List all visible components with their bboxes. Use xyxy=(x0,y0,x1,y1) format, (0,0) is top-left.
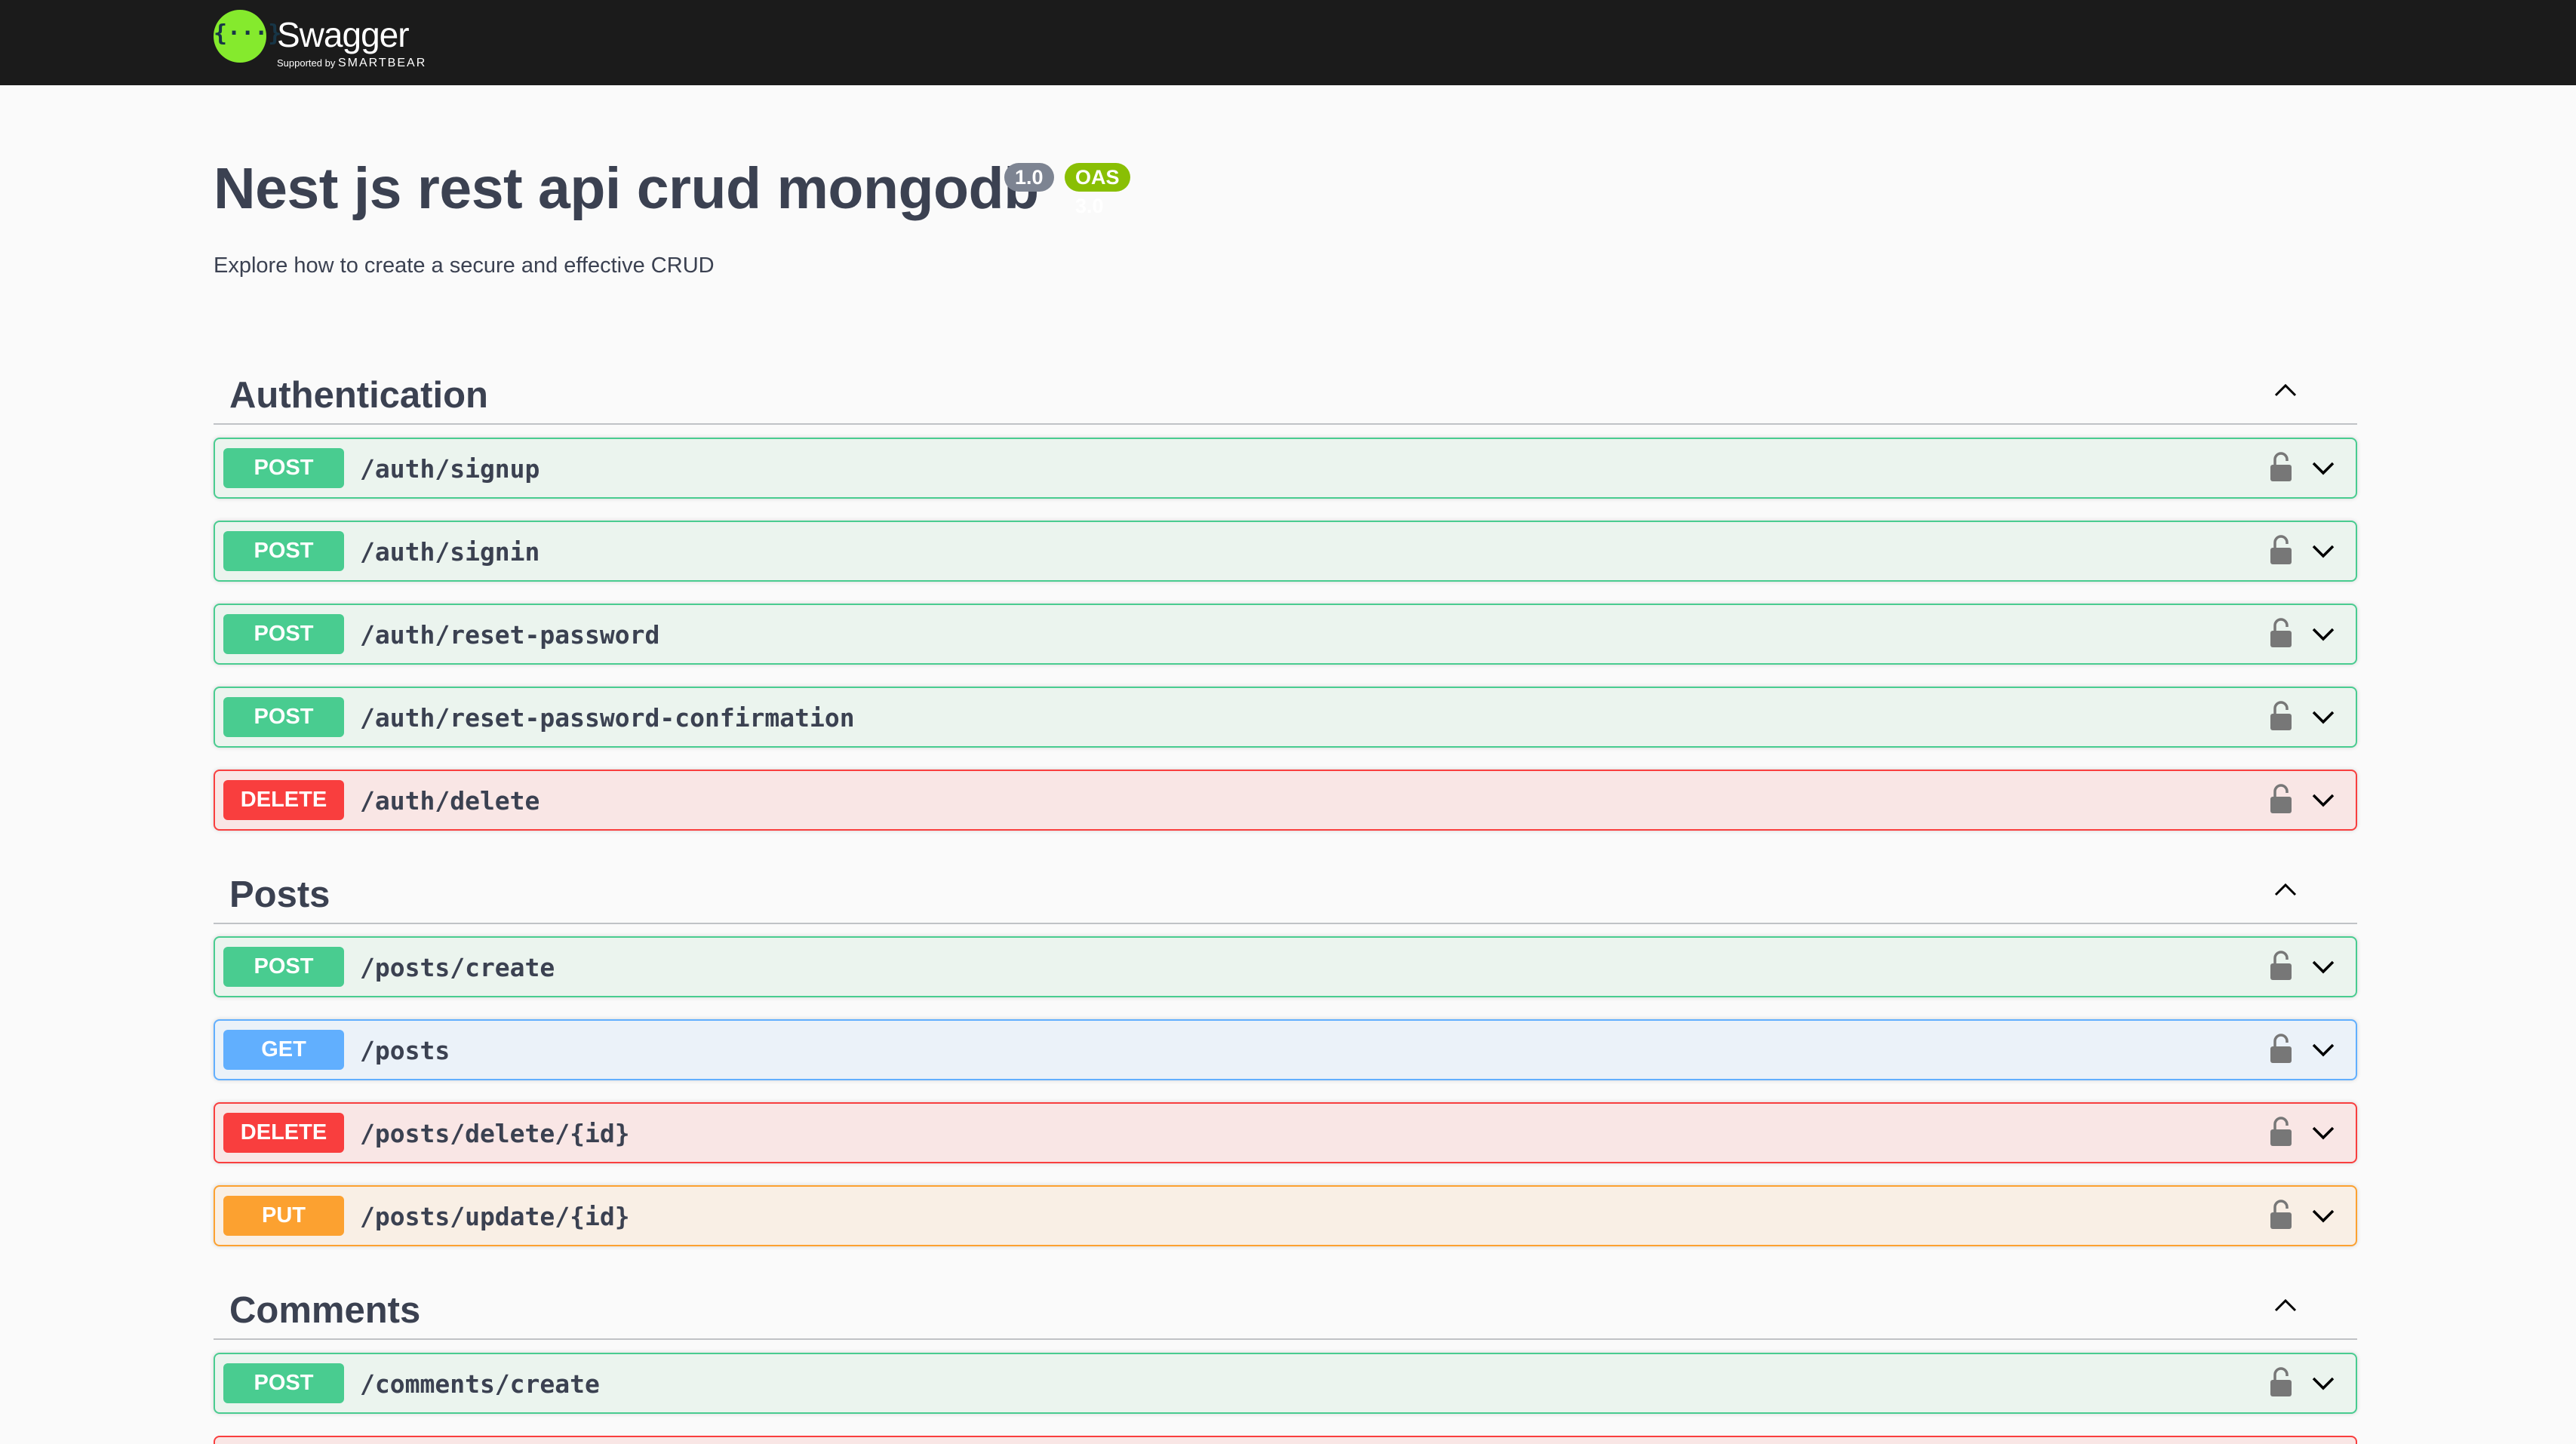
operation-block[interactable]: DELETE /posts/delete/{id} xyxy=(214,1102,2357,1163)
lock-icon[interactable] xyxy=(2268,700,2294,732)
lock-icon[interactable] xyxy=(2268,1116,2294,1148)
chevron-up-icon[interactable] xyxy=(2267,1286,2304,1324)
sponsor-label: SMARTBEAR xyxy=(337,57,427,69)
chevron-down-icon[interactable] xyxy=(2307,452,2339,484)
operation-block[interactable]: POST /posts/create xyxy=(214,936,2357,997)
method-badge: POST xyxy=(223,947,344,987)
oas-badge: OAS 3.0 xyxy=(1065,163,1130,217)
operation-block[interactable]: GET /posts xyxy=(214,1019,2357,1080)
tag-title: Comments xyxy=(229,1290,421,1331)
api-description: Explore how to create a secure and effec… xyxy=(214,253,715,278)
page-title: Nest js rest api crud mongodb xyxy=(214,156,1039,221)
chevron-down-icon[interactable] xyxy=(2307,951,2339,982)
operation-path: /auth/signup xyxy=(360,454,540,484)
method-badge: DELETE xyxy=(223,780,344,820)
chevron-down-icon[interactable] xyxy=(2307,1367,2339,1399)
method-badge: POST xyxy=(223,1363,344,1403)
method-badge: PUT xyxy=(223,1196,344,1236)
method-badge: POST xyxy=(223,697,344,737)
method-badge: GET xyxy=(223,1030,344,1070)
tag-title: Posts xyxy=(229,874,330,915)
chevron-up-icon[interactable] xyxy=(2267,371,2304,409)
chevron-down-icon[interactable] xyxy=(2307,535,2339,567)
operation-block[interactable]: POST /comments/create xyxy=(214,1353,2357,1414)
operation-block[interactable]: DELETE /auth/delete xyxy=(214,770,2357,831)
method-badge: POST xyxy=(223,614,344,654)
operation-path: /auth/delete xyxy=(360,786,540,816)
version-badge: 1.0 xyxy=(1004,163,1054,192)
operation-path: /auth/reset-password xyxy=(360,620,660,650)
operation-block[interactable]: POST /auth/reset-password xyxy=(214,604,2357,665)
lock-icon[interactable] xyxy=(2268,617,2294,649)
supported-by-label: Supported by xyxy=(277,57,336,69)
method-badge: POST xyxy=(223,531,344,571)
chevron-up-icon[interactable] xyxy=(2267,871,2304,908)
operation-path: /posts/create xyxy=(360,953,555,982)
operation-path: /auth/reset-password-confirmation xyxy=(360,703,855,733)
tag-header-authentication[interactable]: Authentication xyxy=(214,359,2357,425)
lock-icon[interactable] xyxy=(2268,1366,2294,1398)
chevron-down-icon[interactable] xyxy=(2307,1117,2339,1148)
operation-path: /posts/update/{id} xyxy=(360,1202,630,1231)
logo-symbol: {···} xyxy=(214,20,282,47)
swagger-logo-icon: {···} xyxy=(214,10,282,63)
operation-block[interactable]: POST /auth/reset-password-confirmation xyxy=(214,687,2357,748)
lock-icon[interactable] xyxy=(2268,783,2294,815)
operation-path: /posts xyxy=(360,1036,450,1065)
swagger-logo[interactable]: {···} Swagger Supported by SMARTBEAR xyxy=(214,10,455,70)
chevron-down-icon[interactable] xyxy=(2307,1200,2339,1231)
brand-sub: Supported by SMARTBEAR xyxy=(277,57,426,70)
operation-block[interactable]: POST /auth/signup xyxy=(214,438,2357,499)
lock-icon[interactable] xyxy=(2268,1033,2294,1065)
chevron-down-icon[interactable] xyxy=(2307,618,2339,650)
operation-path: /comments/create xyxy=(360,1369,600,1399)
operation-path: /auth/signin xyxy=(360,537,540,567)
chevron-down-icon[interactable] xyxy=(2307,1034,2339,1065)
chevron-down-icon[interactable] xyxy=(2307,701,2339,733)
chevron-down-icon[interactable] xyxy=(2307,784,2339,816)
tag-header-posts[interactable]: Posts xyxy=(214,859,2357,924)
api-info: Nest js rest api crud mongodb 1.0 OAS 3.… xyxy=(214,155,1130,223)
operation-block[interactable]: POST /auth/signin xyxy=(214,521,2357,582)
brand-name: Swagger xyxy=(277,15,410,54)
topbar: {···} Swagger Supported by SMARTBEAR xyxy=(0,0,2576,85)
tag-title: Authentication xyxy=(229,375,488,416)
lock-icon[interactable] xyxy=(2268,534,2294,566)
method-badge: POST xyxy=(223,448,344,488)
lock-icon[interactable] xyxy=(2268,451,2294,483)
lock-icon[interactable] xyxy=(2268,1199,2294,1230)
tag-header-comments[interactable]: Comments xyxy=(214,1274,2357,1340)
operation-block-partial[interactable] xyxy=(214,1436,2357,1444)
operation-path: /posts/delete/{id} xyxy=(360,1119,630,1148)
method-badge: DELETE xyxy=(223,1113,344,1153)
lock-icon[interactable] xyxy=(2268,950,2294,982)
operation-block[interactable]: PUT /posts/update/{id} xyxy=(214,1185,2357,1246)
